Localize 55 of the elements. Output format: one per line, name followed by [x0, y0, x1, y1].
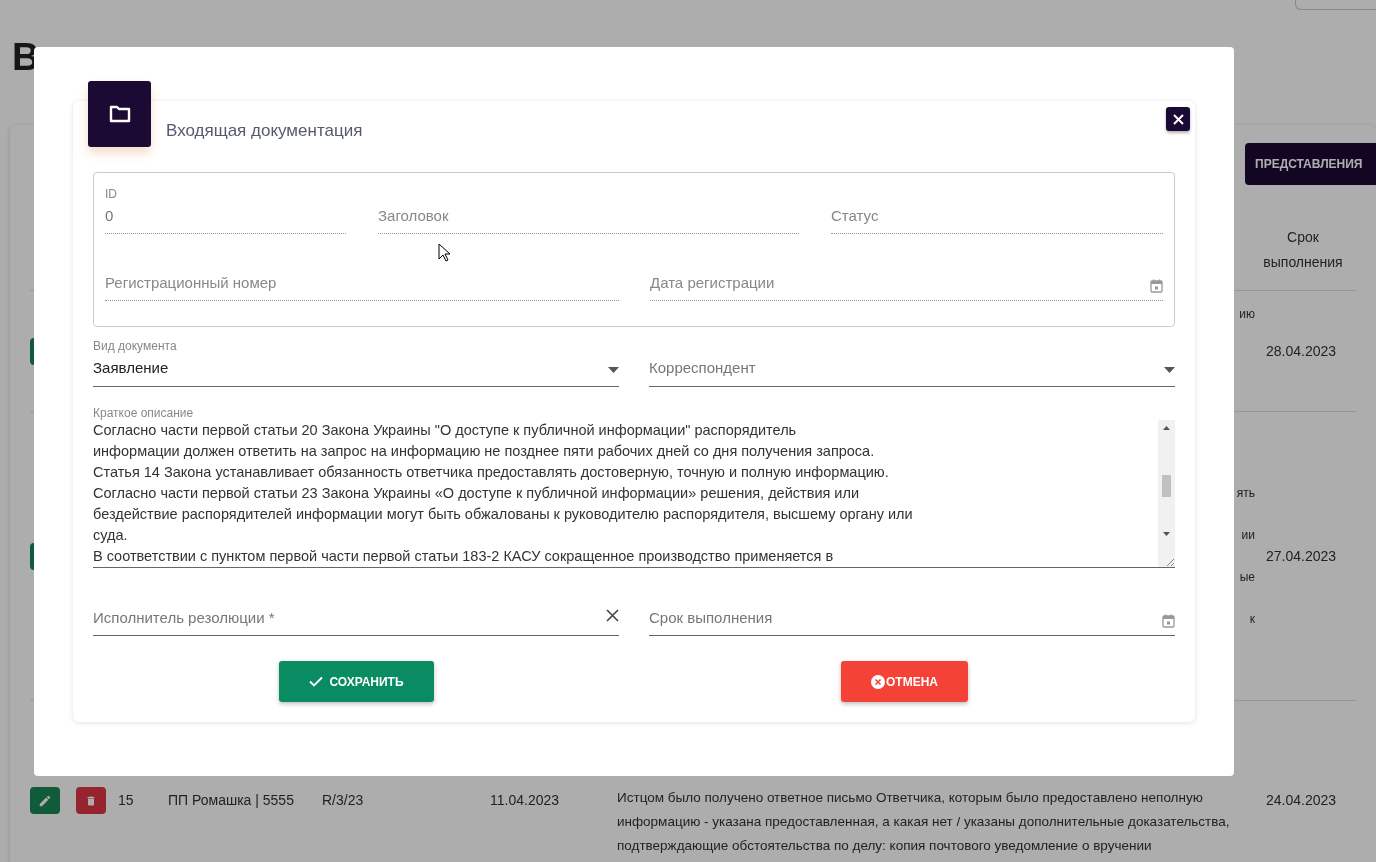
description-line: бездействие распорядителей информации могут быть обжалованы к руководителю распорядителя, высшему органу или [93, 505, 914, 524]
column-header: Срок выполнения [1262, 228, 1344, 272]
description-line: Согласно части первой статьи 20 Закона Украины "О доступе к публичной информации" распорядитель [93, 421, 798, 440]
caret-icon[interactable] [1164, 366, 1175, 373]
input-field[interactable]: Срок выполнения [649, 602, 1175, 636]
table-cell-text: к [1249, 611, 1255, 628]
close-button[interactable] [1166, 107, 1190, 131]
description-line: В соответствии с пунктом первой части первой статьи 183-2 КАСУ сокращенное производство применяется в [93, 547, 835, 566]
delete-button[interactable] [76, 787, 106, 814]
table-cell-text: информацию - указана предоставленная, а какая нет / указаны дополнительные доказательства, [617, 813, 1230, 831]
description-line: Согласно части первой статьи 23 Закона Украины «О доступе к публичной информации» решения, действия или [93, 484, 860, 503]
table-cell-text: 11.04.2023 [490, 791, 560, 810]
scrollbar[interactable] [1158, 420, 1175, 567]
table-cell-text: ПП Ромашка | 5555 [168, 791, 294, 810]
description-line: суда. [93, 526, 129, 545]
field-label: ID [105, 186, 118, 201]
table-cell-text: ии [1241, 527, 1255, 544]
calendar-icon[interactable] [1162, 614, 1175, 628]
input-field[interactable]: Корреспондент [649, 353, 1175, 387]
folder-icon [108, 105, 131, 123]
close-icon [1172, 113, 1184, 125]
input-field[interactable]: Дата регистрации [650, 267, 1163, 301]
table-cell-text: 28.04.2023 [1266, 341, 1337, 361]
table-cell-text: ию [1239, 306, 1255, 323]
table-cell-text: ять [1236, 485, 1255, 502]
description-line: Статья 14 Закона устанавливает обязанность ответчика предоставлять достоверную, точную и полную информацию. [93, 463, 890, 482]
field-label: Вид документа [93, 339, 178, 353]
input-field[interactable]: Заголовок [378, 200, 799, 234]
cancel-button[interactable]: ОТМЕНА [841, 661, 968, 702]
cursor-icon [438, 243, 450, 262]
input-field[interactable]: Статус [831, 200, 1163, 234]
table-cell-text: 15 [118, 791, 134, 810]
clear-icon[interactable] [606, 609, 619, 622]
cancel-icon [871, 674, 885, 689]
field-label: Краткое описание [93, 406, 195, 420]
dialog-title: Входящая документация [166, 120, 363, 142]
input-field[interactable]: Регистрационный номер [105, 267, 619, 301]
description-line: информации должен ответить на запрос на информацию не позднее пяти рабочих дней со дня получения запроса. [93, 442, 876, 461]
edit-button[interactable] [30, 787, 60, 814]
table-cell-text: подтверждающие обстоятельства по делу: копия почтового уведомление о вручении [617, 837, 1153, 855]
table-cell-text: 24.04.2023 [1266, 791, 1337, 810]
table-cell-text: 27.04.2023 [1266, 546, 1337, 566]
check-icon [309, 676, 324, 687]
caret-icon[interactable] [608, 366, 619, 373]
table-cell-text: ые [1239, 569, 1255, 586]
views-button[interactable]: ПРЕДСТАВЛЕНИЯ [1245, 143, 1376, 185]
calendar-icon[interactable] [1150, 279, 1163, 293]
input-field[interactable]: 0 [105, 200, 346, 234]
table-cell-text: R/3/23 [322, 791, 364, 810]
table-cell-text: Истцом было получено ответное письмо Ответчика, которым было предоставлено неполную [617, 789, 1204, 807]
description-textarea[interactable] [93, 420, 1175, 568]
input-field[interactable]: Исполнитель резолюции * [93, 602, 619, 636]
save-button[interactable]: СОХРАНИТЬ [279, 661, 434, 702]
pencil-icon [38, 793, 52, 808]
input-field[interactable]: Заявление [93, 353, 619, 387]
